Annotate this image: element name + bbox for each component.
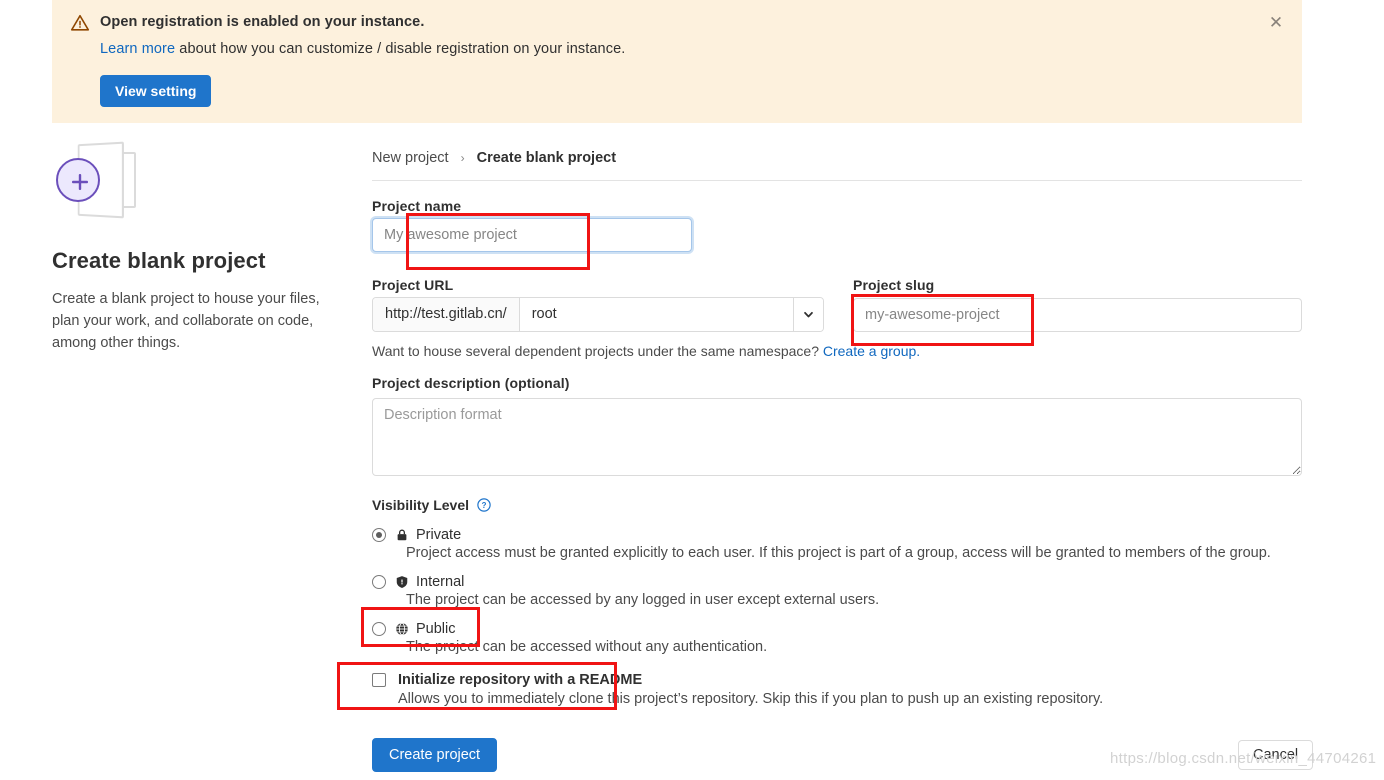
readme-description: Allows you to immediately clone this pro… [398, 691, 1104, 707]
breadcrumb: New project › Create blank project [372, 150, 1302, 181]
visibility-name-internal: Internal [416, 574, 465, 590]
radio-private[interactable] [372, 528, 386, 542]
visibility-name-private: Private [416, 527, 462, 543]
page-root: Open registration is enabled on your ins… [0, 0, 1384, 780]
visibility-desc-private: Project access must be granted explicitl… [406, 545, 1271, 561]
visibility-desc-public: The project can be accessed without any … [406, 639, 768, 655]
project-description-label: Project description (optional) [372, 375, 570, 391]
visibility-option-private[interactable]: Private Project access must be granted e… [372, 526, 1271, 561]
namespace-select[interactable]: root [519, 298, 793, 331]
visibility-level-label-text: Visibility Level [372, 497, 470, 513]
project-name-label: Project name [372, 198, 462, 214]
shield-icon [395, 575, 409, 589]
visibility-option-public[interactable]: Public The project can be accessed witho… [372, 620, 767, 655]
blank-project-info-panel: Create blank project Create a blank proj… [52, 140, 352, 354]
readme-checkbox[interactable] [372, 673, 386, 687]
project-slug-label: Project slug [853, 277, 935, 293]
watermark: https://blog.csdn.net/weixin_44704261 [1110, 750, 1377, 767]
project-name-input[interactable] [372, 218, 692, 252]
create-a-group-link[interactable]: Create a group. [823, 343, 920, 359]
project-url-label: Project URL [372, 277, 454, 293]
readme-label: Initialize repository with a README [398, 672, 643, 688]
project-url-group: http://test.gitlab.cn/ root [372, 297, 824, 332]
page-description: Create a blank project to house your fil… [52, 291, 320, 351]
create-project-button[interactable]: Create project [372, 738, 498, 772]
visibility-option-internal[interactable]: Internal The project can be accessed by … [372, 573, 879, 608]
project-url-hint-text: Want to house several dependent projects… [372, 343, 823, 359]
readme-option[interactable]: Initialize repository with a README Allo… [372, 672, 1103, 707]
radio-public[interactable] [372, 622, 386, 636]
breadcrumb-current: Create blank project [476, 150, 617, 166]
plus-circle-icon [56, 158, 100, 202]
lock-icon [395, 528, 409, 542]
create-project-form: New project › Create blank project Proje… [372, 150, 1302, 772]
project-url-prefix: http://test.gitlab.cn/ [373, 298, 520, 331]
breadcrumb-new-project[interactable]: New project [372, 150, 449, 166]
globe-icon [395, 622, 409, 636]
question-circle-icon[interactable]: ? [477, 498, 491, 512]
new-blank-project-icon [54, 140, 164, 220]
close-icon[interactable]: ✕ [1266, 13, 1286, 33]
learn-more-link[interactable]: Learn more [100, 41, 175, 57]
visibility-desc-internal: The project can be accessed by any logge… [406, 592, 880, 608]
visibility-level-label: Visibility Level ? [372, 497, 491, 513]
visibility-name-public: Public [416, 621, 456, 637]
project-slug-input[interactable] [853, 298, 1302, 332]
alert-title: Open registration is enabled on your ins… [100, 14, 425, 30]
project-url-hint: Want to house several dependent projects… [372, 343, 920, 359]
breadcrumb-separator-icon: › [460, 151, 465, 165]
project-description-textarea[interactable] [372, 398, 1302, 476]
open-registration-alert: Open registration is enabled on your ins… [52, 0, 1302, 123]
view-setting-button[interactable]: View setting [100, 75, 212, 107]
radio-internal[interactable] [372, 575, 386, 589]
alert-subtitle-rest: about how you can customize / disable re… [175, 41, 626, 57]
page-title: Create blank project [52, 248, 266, 273]
svg-text:?: ? [482, 501, 487, 510]
alert-subtitle: Learn more about how you can customize /… [100, 41, 625, 57]
chevron-down-icon[interactable] [793, 298, 823, 331]
warning-triangle-icon [70, 13, 90, 33]
